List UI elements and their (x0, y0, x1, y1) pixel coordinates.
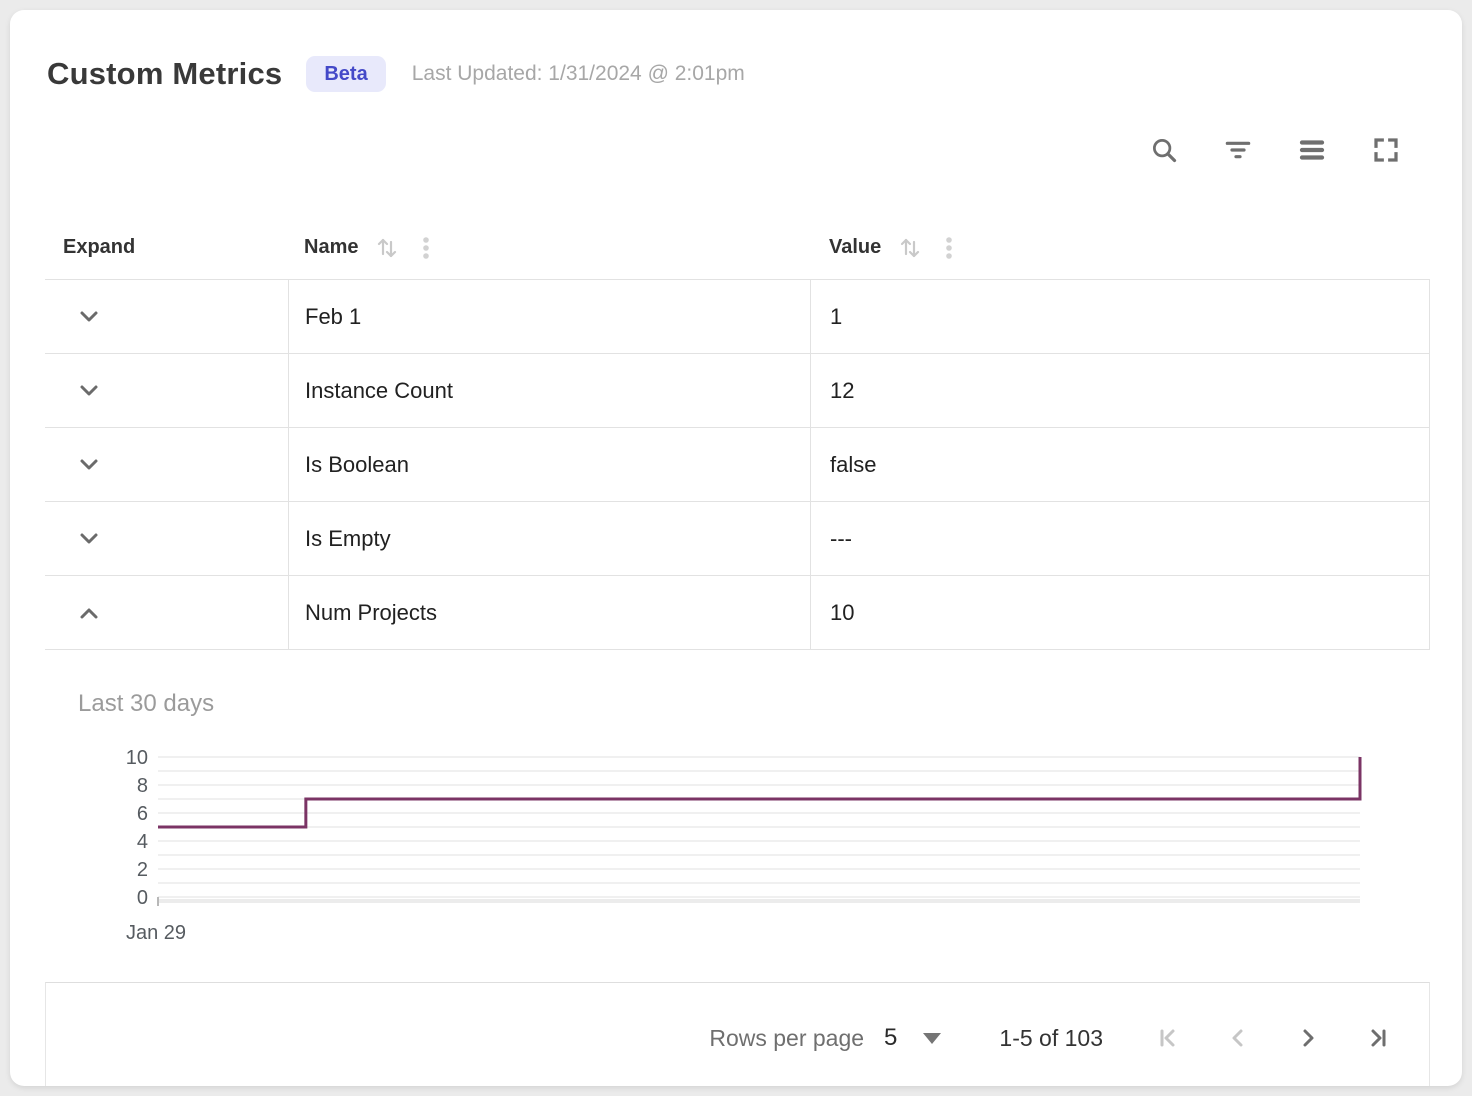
table-row: Is Empty --- (45, 502, 1430, 576)
column-header-expand: Expand (45, 236, 288, 259)
expand-row-button[interactable] (72, 374, 106, 408)
row-value-cell: false (810, 428, 1430, 501)
fullscreen-button[interactable] (1370, 134, 1402, 166)
chevron-down-icon (73, 449, 105, 481)
svg-text:8: 8 (137, 775, 148, 797)
chart-title: Last 30 days (78, 690, 1462, 718)
last-updated-text: Last Updated: 1/31/2024 @ 2:01pm (412, 62, 745, 86)
first-page-button (1153, 1023, 1183, 1053)
svg-text:Jan 29: Jan 29 (126, 922, 186, 944)
pagination-range-label: 1-5 of 103 (999, 1025, 1103, 1052)
custom-metrics-card: Custom Metrics Beta Last Updated: 1/31/2… (10, 10, 1462, 1086)
next-page-button[interactable] (1293, 1023, 1323, 1053)
table-row: Instance Count 12 (45, 354, 1430, 428)
chevron-up-icon (73, 597, 105, 629)
column-header-value[interactable]: Value (810, 233, 1430, 263)
sort-icon[interactable] (372, 233, 402, 263)
density-icon (1297, 135, 1327, 165)
column-header-name[interactable]: Name (288, 233, 810, 263)
last-page-button[interactable] (1363, 1023, 1393, 1053)
search-icon (1149, 135, 1179, 165)
expand-row-button[interactable] (72, 596, 106, 630)
fullscreen-icon (1371, 135, 1401, 165)
svg-text:6: 6 (137, 803, 148, 825)
expand-row-button[interactable] (72, 522, 106, 556)
row-name-cell: Instance Count (288, 354, 810, 427)
beta-badge: Beta (306, 56, 385, 92)
chevron-down-icon (73, 375, 105, 407)
column-menu-icon[interactable] (412, 233, 440, 263)
svg-text:2: 2 (137, 859, 148, 881)
pagination-nav (1153, 1023, 1393, 1053)
table-row: Is Boolean false (45, 428, 1430, 502)
density-button[interactable] (1296, 134, 1328, 166)
row-name-cell: Feb 1 (288, 280, 810, 353)
table-toolbar (10, 134, 1402, 166)
expand-row-button[interactable] (72, 300, 106, 334)
row-name-cell: Is Boolean (288, 428, 810, 501)
last-page-icon (1363, 1023, 1393, 1053)
svg-text:4: 4 (137, 831, 148, 853)
table-body: Feb 1 1 Instance Count 12 (45, 279, 1430, 650)
rows-per-page-select[interactable]: 5 (884, 1024, 941, 1052)
svg-text:10: 10 (126, 747, 148, 769)
row-name-cell: Num Projects (288, 576, 810, 649)
filter-icon (1222, 134, 1254, 166)
column-menu-icon[interactable] (935, 233, 963, 263)
caret-down-icon (923, 1033, 941, 1044)
rows-per-page-label: Rows per page (709, 1025, 864, 1052)
chevron-down-icon (73, 301, 105, 333)
page-header: Custom Metrics Beta Last Updated: 1/31/2… (10, 10, 1462, 98)
first-page-icon (1153, 1023, 1183, 1053)
sort-icon[interactable] (895, 233, 925, 263)
search-button[interactable] (1148, 134, 1180, 166)
chevron-right-icon (1293, 1023, 1323, 1053)
chevron-left-icon (1223, 1023, 1253, 1053)
row-value-cell: 12 (810, 354, 1430, 427)
table-header-row: Expand Name Value (45, 216, 1430, 279)
svg-text:0: 0 (137, 887, 148, 909)
row-value-cell: 1 (810, 280, 1430, 353)
expand-row-button[interactable] (72, 448, 106, 482)
num-projects-line-chart: 0 2 4 6 8 10 Jan 29 (100, 746, 1400, 951)
table-row: Num Projects 10 (45, 576, 1430, 650)
row-value-cell: --- (810, 502, 1430, 575)
row-value-cell: 10 (810, 576, 1430, 649)
table-row: Feb 1 1 (45, 280, 1430, 354)
filter-button[interactable] (1222, 134, 1254, 166)
chevron-down-icon (73, 523, 105, 555)
row-name-cell: Is Empty (288, 502, 810, 575)
page-title: Custom Metrics (47, 56, 282, 92)
previous-page-button (1223, 1023, 1253, 1053)
pagination-footer: Rows per page 5 1-5 of 103 (45, 982, 1430, 1086)
